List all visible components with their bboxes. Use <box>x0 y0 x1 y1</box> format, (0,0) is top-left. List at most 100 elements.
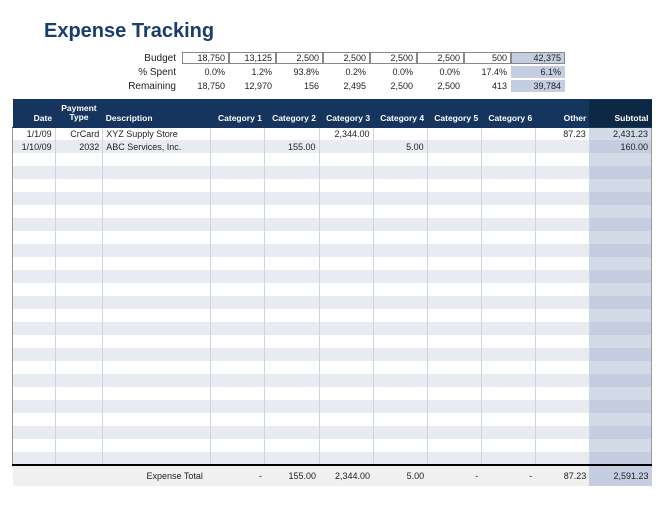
cell-empty[interactable] <box>55 335 103 348</box>
cell-empty[interactable] <box>265 244 319 257</box>
cell-c2[interactable] <box>265 127 319 140</box>
cell-empty[interactable] <box>535 166 589 179</box>
cell-empty[interactable] <box>373 192 427 205</box>
cell-empty[interactable] <box>319 335 373 348</box>
cell-empty[interactable] <box>319 296 373 309</box>
cell-empty[interactable] <box>319 218 373 231</box>
cell-empty[interactable] <box>319 348 373 361</box>
cell-c4[interactable]: 5.00 <box>373 140 427 153</box>
cell-empty[interactable] <box>319 361 373 374</box>
cell-empty[interactable] <box>373 283 427 296</box>
cell-empty[interactable] <box>211 400 265 413</box>
cell-empty[interactable] <box>589 218 651 231</box>
cell-empty[interactable] <box>589 452 651 465</box>
cell-empty[interactable] <box>589 361 651 374</box>
cell-empty[interactable] <box>319 205 373 218</box>
cell-empty[interactable] <box>211 426 265 439</box>
cell-empty[interactable] <box>13 400 56 413</box>
table-row-empty[interactable] <box>13 205 652 218</box>
cell-empty[interactable] <box>427 439 481 452</box>
cell-empty[interactable] <box>55 387 103 400</box>
cell-empty[interactable] <box>535 439 589 452</box>
table-row-empty[interactable] <box>13 400 652 413</box>
cell-empty[interactable] <box>13 218 56 231</box>
cell-empty[interactable] <box>211 205 265 218</box>
table-row-empty[interactable] <box>13 361 652 374</box>
cell-empty[interactable] <box>427 426 481 439</box>
cell-empty[interactable] <box>373 322 427 335</box>
cell-empty[interactable] <box>589 166 651 179</box>
cell-empty[interactable] <box>535 205 589 218</box>
cell-empty[interactable] <box>319 413 373 426</box>
cell-empty[interactable] <box>481 179 535 192</box>
cell-empty[interactable] <box>55 296 103 309</box>
cell-empty[interactable] <box>103 270 211 283</box>
cell-empty[interactable] <box>481 231 535 244</box>
cell-empty[interactable] <box>319 322 373 335</box>
cell-empty[interactable] <box>481 426 535 439</box>
cell-empty[interactable] <box>319 192 373 205</box>
table-row-empty[interactable] <box>13 413 652 426</box>
cell-empty[interactable] <box>427 192 481 205</box>
cell-empty[interactable] <box>481 153 535 166</box>
cell-other[interactable] <box>535 140 589 153</box>
cell-empty[interactable] <box>55 361 103 374</box>
cell-empty[interactable] <box>265 205 319 218</box>
cell-empty[interactable] <box>265 283 319 296</box>
budget-other[interactable]: 500 <box>464 52 511 64</box>
cell-empty[interactable] <box>427 387 481 400</box>
cell-other[interactable]: 87.23 <box>535 127 589 140</box>
cell-empty[interactable] <box>55 426 103 439</box>
cell-empty[interactable] <box>481 166 535 179</box>
budget-cat5[interactable]: 2,500 <box>370 52 417 64</box>
cell-empty[interactable] <box>265 387 319 400</box>
cell-empty[interactable] <box>589 439 651 452</box>
cell-empty[interactable] <box>319 153 373 166</box>
budget-cat1[interactable]: 18,750 <box>182 52 229 64</box>
cell-empty[interactable] <box>319 400 373 413</box>
cell-empty[interactable] <box>373 270 427 283</box>
cell-empty[interactable] <box>211 309 265 322</box>
cell-empty[interactable] <box>55 348 103 361</box>
cell-empty[interactable] <box>373 205 427 218</box>
cell-empty[interactable] <box>103 426 211 439</box>
cell-empty[interactable] <box>103 335 211 348</box>
cell-empty[interactable] <box>481 413 535 426</box>
cell-empty[interactable] <box>373 166 427 179</box>
cell-empty[interactable] <box>535 400 589 413</box>
table-row-empty[interactable] <box>13 244 652 257</box>
cell-empty[interactable] <box>589 400 651 413</box>
cell-empty[interactable] <box>373 153 427 166</box>
cell-empty[interactable] <box>13 244 56 257</box>
cell-empty[interactable] <box>319 452 373 465</box>
cell-empty[interactable] <box>55 270 103 283</box>
cell-empty[interactable] <box>319 270 373 283</box>
cell-empty[interactable] <box>13 166 56 179</box>
cell-empty[interactable] <box>103 400 211 413</box>
table-row-empty[interactable] <box>13 257 652 270</box>
cell-empty[interactable] <box>589 153 651 166</box>
cell-empty[interactable] <box>373 452 427 465</box>
cell-empty[interactable] <box>211 218 265 231</box>
cell-empty[interactable] <box>103 322 211 335</box>
cell-empty[interactable] <box>211 335 265 348</box>
cell-empty[interactable] <box>427 205 481 218</box>
cell-empty[interactable] <box>427 231 481 244</box>
table-row-empty[interactable] <box>13 335 652 348</box>
cell-empty[interactable] <box>535 179 589 192</box>
cell-empty[interactable] <box>13 374 56 387</box>
cell-empty[interactable] <box>55 257 103 270</box>
cell-empty[interactable] <box>535 244 589 257</box>
cell-empty[interactable] <box>265 374 319 387</box>
cell-empty[interactable] <box>265 413 319 426</box>
cell-empty[interactable] <box>481 387 535 400</box>
cell-pay[interactable]: CrCard <box>55 127 103 140</box>
cell-empty[interactable] <box>589 348 651 361</box>
cell-empty[interactable] <box>103 296 211 309</box>
cell-empty[interactable] <box>265 257 319 270</box>
cell-empty[interactable] <box>103 231 211 244</box>
cell-empty[interactable] <box>481 283 535 296</box>
cell-empty[interactable] <box>13 413 56 426</box>
cell-empty[interactable] <box>427 413 481 426</box>
cell-empty[interactable] <box>589 257 651 270</box>
